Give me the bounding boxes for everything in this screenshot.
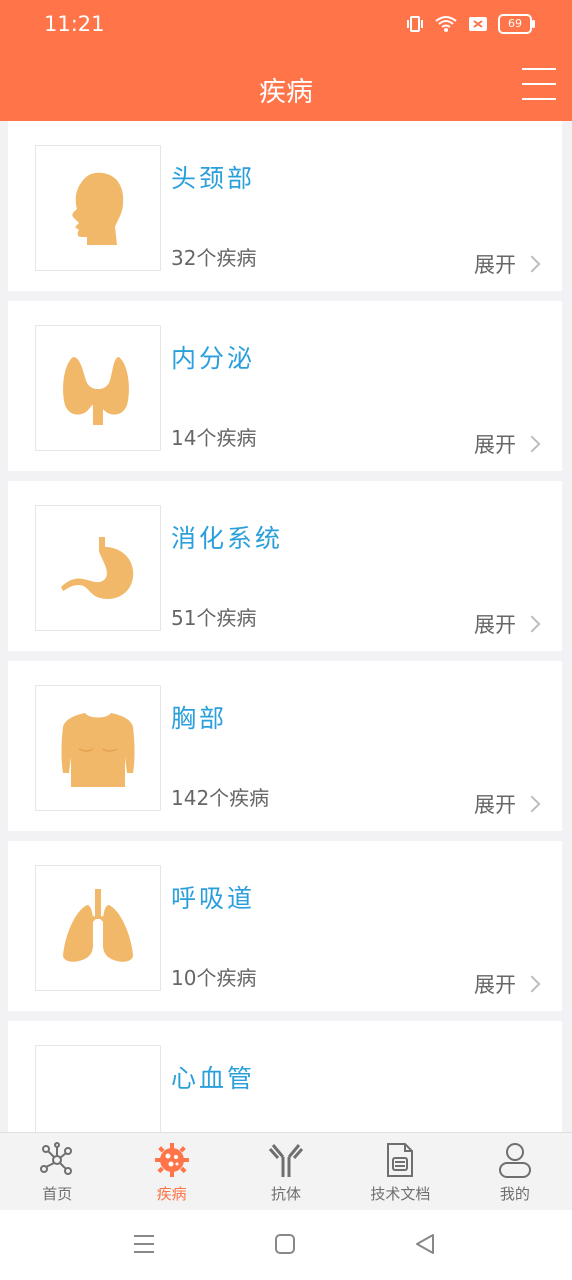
category-count: 32个疾病 — [171, 246, 257, 270]
app-header: 疾病 — [0, 52, 572, 121]
expand-button[interactable]: 展开 — [474, 249, 541, 279]
recent-apps-icon[interactable] — [134, 1232, 154, 1256]
menu-button[interactable] — [522, 68, 556, 102]
category-title: 心血管 — [171, 1064, 256, 1093]
category-card-cardiovascular[interactable]: 心血管 — [8, 1021, 562, 1132]
category-title: 消化系统 — [171, 524, 284, 553]
stomach-icon — [61, 537, 134, 599]
expand-label: 展开 — [474, 973, 516, 997]
category-title: 胸部 — [171, 704, 228, 733]
expand-button[interactable]: 展开 — [474, 969, 541, 999]
home-button-icon[interactable] — [275, 1232, 295, 1256]
chevron-right-icon — [523, 435, 541, 453]
tab-label: 疾病 — [156, 1185, 187, 1203]
category-count: 10个疾病 — [171, 966, 257, 990]
document-icon — [387, 1143, 414, 1177]
tab-antibody[interactable]: 抗体 — [229, 1133, 343, 1211]
category-title: 呼吸道 — [171, 884, 256, 913]
battery-indicator: 69 — [498, 14, 535, 34]
tab-label: 技术文档 — [370, 1185, 431, 1203]
category-count: 14个疾病 — [171, 426, 257, 450]
expand-button[interactable]: 展开 — [474, 429, 541, 459]
category-card-digestive[interactable]: 消化系统 51个疾病 展开 — [8, 481, 562, 651]
category-count: 51个疾病 — [171, 606, 257, 630]
chevron-right-icon — [523, 255, 541, 273]
expand-label: 展开 — [474, 793, 516, 817]
expand-label: 展开 — [474, 433, 516, 457]
expand-label: 展开 — [474, 253, 516, 277]
head-icon — [72, 172, 124, 245]
tab-diseases[interactable]: 疾病 — [114, 1133, 228, 1211]
category-list[interactable]: 头颈部 32个疾病 展开 内分泌 14个疾病 展开 消化系统 51个疾病 展开 … — [0, 121, 572, 1132]
tab-tech-docs[interactable]: 技术文档 — [343, 1133, 457, 1211]
network-icon — [40, 1142, 73, 1175]
chest-icon — [61, 713, 135, 787]
system-nav-bar — [0, 1210, 572, 1280]
page-title: 疾病 — [259, 77, 313, 108]
status-time: 11:21 — [44, 12, 105, 36]
sim-blocked-icon — [469, 17, 487, 31]
category-card-respiratory[interactable]: 呼吸道 10个疾病 展开 — [8, 841, 562, 1011]
category-card-head-neck[interactable]: 头颈部 32个疾病 展开 — [8, 121, 562, 291]
category-thumb — [35, 145, 161, 271]
category-card-chest[interactable]: 胸部 142个疾病 展开 — [8, 661, 562, 831]
status-bar: 11:21 69 — [0, 0, 572, 52]
category-thumb — [35, 685, 161, 811]
chevron-right-icon — [523, 975, 541, 993]
chevron-right-icon — [523, 615, 541, 633]
category-thumb — [35, 325, 161, 451]
virus-icon — [154, 1143, 189, 1177]
back-icon[interactable] — [415, 1232, 435, 1256]
category-count: 142个疾病 — [171, 786, 270, 810]
lungs-icon — [63, 889, 133, 962]
category-card-endocrine[interactable]: 内分泌 14个疾病 展开 — [8, 301, 562, 471]
wifi-icon — [435, 16, 457, 32]
status-icons: 69 — [406, 14, 535, 34]
thyroid-icon — [63, 357, 129, 425]
bottom-tab-bar: 首页 疾病 抗体 技术文档 我的 — [0, 1132, 572, 1211]
tab-label: 首页 — [42, 1185, 73, 1203]
category-thumb — [35, 1045, 161, 1132]
tab-profile[interactable]: 我的 — [458, 1133, 572, 1211]
antibody-icon — [268, 1144, 304, 1177]
expand-label: 展开 — [474, 613, 516, 637]
category-title: 头颈部 — [171, 164, 256, 193]
expand-button[interactable]: 展开 — [474, 609, 541, 639]
menu-icon-line — [522, 68, 556, 70]
user-icon — [498, 1143, 531, 1178]
tab-label: 我的 — [499, 1185, 530, 1203]
vibrate-icon — [407, 16, 423, 32]
expand-button[interactable]: 展开 — [474, 789, 541, 819]
category-thumb — [35, 865, 161, 991]
tab-label: 抗体 — [271, 1185, 302, 1203]
chevron-right-icon — [523, 795, 541, 813]
category-thumb — [35, 505, 161, 631]
tab-home[interactable]: 首页 — [0, 1133, 114, 1211]
menu-icon-line — [522, 98, 556, 100]
category-title: 内分泌 — [171, 344, 256, 373]
menu-icon-line — [522, 83, 556, 85]
